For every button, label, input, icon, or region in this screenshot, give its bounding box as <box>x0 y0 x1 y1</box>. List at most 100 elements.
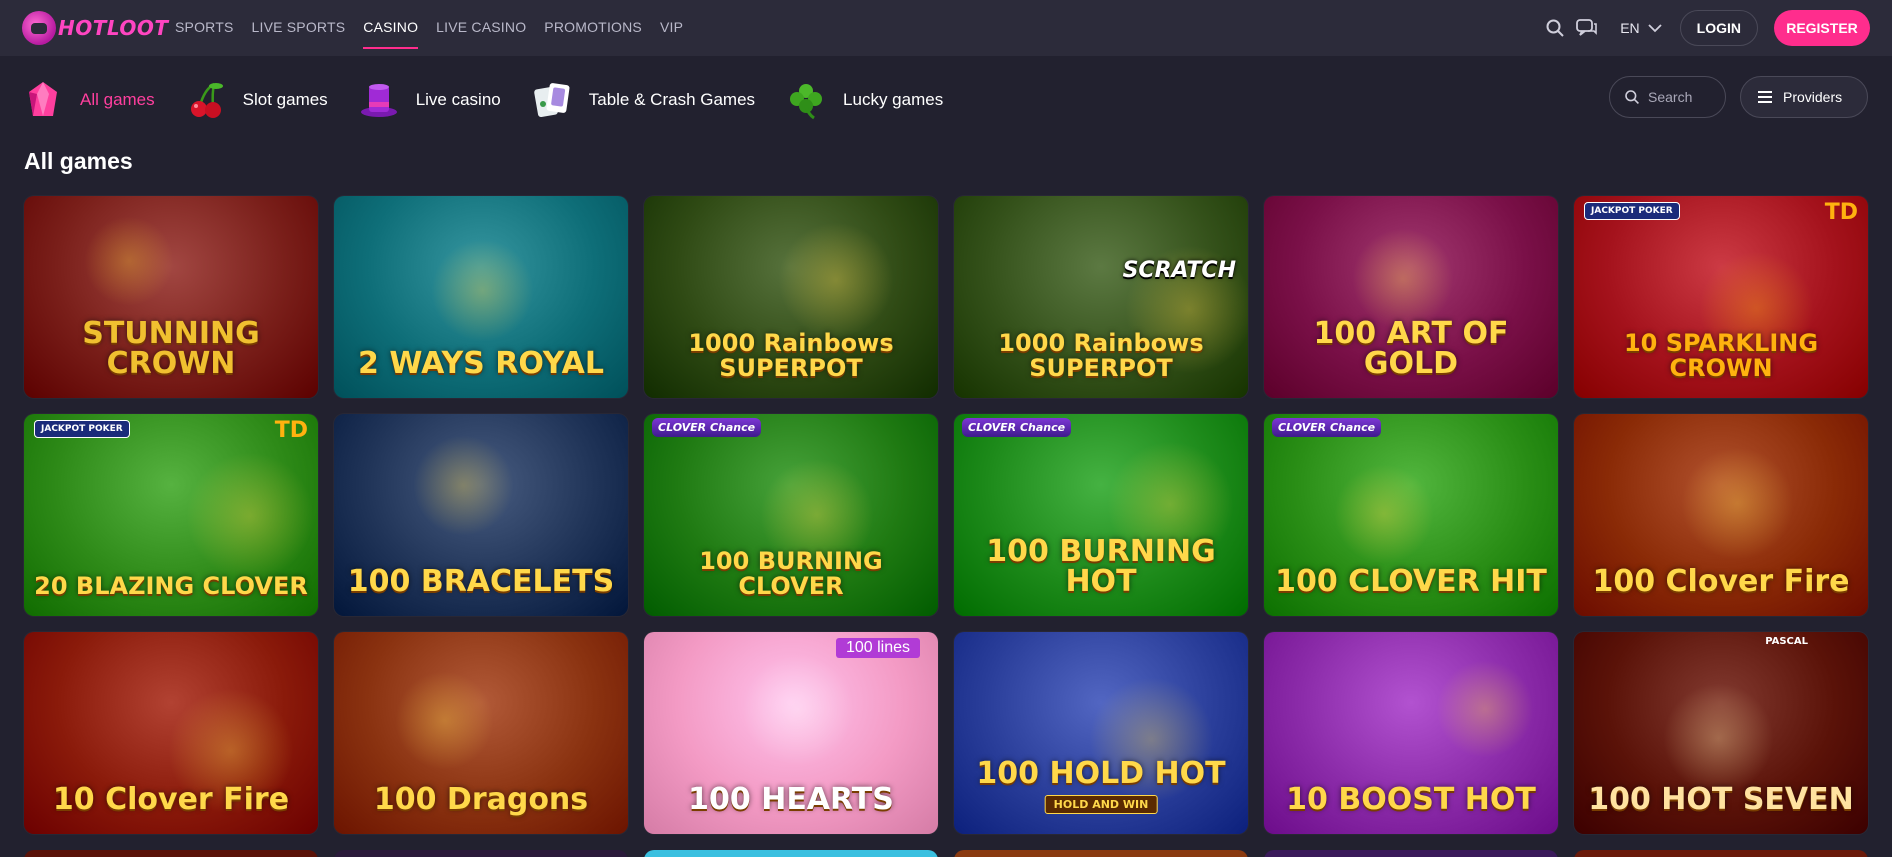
game-tile[interactable]: HOLD AND WIN 100 HOLD HOT <box>954 632 1248 834</box>
provider-badge: PASCAL <box>1765 636 1808 647</box>
top-navbar: HOTLOOT SPORTS LIVE SPORTS CASINO LIVE C… <box>0 0 1892 56</box>
game-title: 100 BURNING CLOVER <box>699 547 883 600</box>
language-label: EN <box>1620 20 1640 36</box>
category-label: Table & Crash Games <box>588 90 756 109</box>
category-bar: All games Slot games Live casino Table &… <box>22 78 973 122</box>
search-icon <box>1625 90 1639 104</box>
game-tile-peek[interactable] <box>334 850 628 857</box>
providers-button[interactable]: Providers <box>1740 76 1868 118</box>
login-button[interactable]: LOGIN <box>1679 10 1758 46</box>
game-tile-peek[interactable] <box>24 850 318 857</box>
main-nav: SPORTS LIVE SPORTS CASINO LIVE CASINO PR… <box>175 0 701 56</box>
clover-chance-badge: CLOVER Chance <box>962 418 1072 437</box>
td-badge: TD <box>274 418 308 443</box>
category-label: Live casino <box>415 90 501 109</box>
game-art <box>84 216 174 306</box>
chevron-down-icon <box>1648 24 1662 33</box>
game-title: 100 Dragons <box>373 782 589 818</box>
scratch-badge: SCRATCH <box>1122 258 1236 283</box>
category-label: All games <box>80 90 155 109</box>
category-table-crash-games[interactable]: Table & Crash Games <box>531 79 755 121</box>
search-icon[interactable] <box>1542 15 1568 41</box>
game-tile[interactable]: CLOVER Chance 100 CLOVER HIT <box>1264 414 1558 616</box>
game-title: 20 BLAZING CLOVER <box>34 571 308 600</box>
game-art <box>1681 447 1794 560</box>
nav-live-sports[interactable]: LIVE SPORTS <box>252 0 346 56</box>
game-tile[interactable]: 100 BRACELETS <box>334 414 628 616</box>
game-tile-peek[interactable] <box>954 850 1248 857</box>
game-tile[interactable]: CLOVER Chance 100 BURNING CLOVER <box>644 414 938 616</box>
game-title: 100 HOT SEVEN <box>1588 782 1854 818</box>
game-tile[interactable]: 100 lines 100 HEARTS <box>644 632 938 834</box>
chat-icon[interactable] <box>1574 15 1600 41</box>
game-tile[interactable]: TD JACKPOT POKER 10 SPARKLING CROWN <box>1574 196 1868 398</box>
jackpot-poker-badge: JACKPOT POKER <box>34 420 130 438</box>
game-tile-peek[interactable] <box>644 850 938 857</box>
game-title: 100 ART OF GOLD <box>1313 315 1509 382</box>
game-title: 1000 Rainbows SUPERPOT <box>688 329 894 382</box>
game-tile[interactable]: 100 Clover Fire <box>1574 414 1868 616</box>
logo-icon <box>22 11 56 45</box>
game-title: 10 BOOST HOT <box>1286 782 1536 818</box>
game-search[interactable] <box>1609 76 1726 118</box>
register-button[interactable]: REGISTER <box>1774 10 1870 46</box>
search-input[interactable] <box>1648 89 1718 105</box>
game-title: 1000 Rainbows SUPERPOT <box>998 329 1204 382</box>
game-art <box>186 452 314 580</box>
game-tile[interactable]: 10 Clover Fire <box>24 632 318 834</box>
nav-promotions[interactable]: PROMOTIONS <box>544 0 642 56</box>
nav-live-casino[interactable]: LIVE CASINO <box>436 0 526 56</box>
game-tile[interactable]: SCRATCH 1000 Rainbows SUPERPOT <box>954 196 1248 398</box>
game-title: 100 CLOVER HIT <box>1275 564 1547 600</box>
game-grid: STUNNING CROWN 2 WAYS ROYAL 1000 Rainbows … <box>24 196 1868 834</box>
game-tile[interactable]: 10 BOOST HOT <box>1264 632 1558 834</box>
game-title: 10 Clover Fire <box>52 782 290 818</box>
game-art <box>413 435 514 536</box>
menu-icon <box>1758 91 1772 103</box>
game-tile-peek[interactable] <box>1574 850 1868 857</box>
game-tile[interactable]: 100 Dragons <box>334 632 628 834</box>
game-tile[interactable]: PASCAL 100 HOT SEVEN <box>1574 632 1868 834</box>
clover-chance-badge: CLOVER Chance <box>652 418 762 437</box>
nav-vip[interactable]: VIP <box>660 0 683 56</box>
header-actions: EN LOGIN REGISTER <box>1536 10 1870 46</box>
next-row-peek <box>24 850 1868 857</box>
nav-casino[interactable]: CASINO <box>363 0 419 56</box>
td-badge: TD <box>1824 200 1858 225</box>
providers-label: Providers <box>1783 89 1843 105</box>
game-title: 100 HEARTS <box>688 782 894 818</box>
game-title: STUNNING CROWN <box>82 315 260 382</box>
category-label: Lucky games <box>843 90 944 109</box>
category-slot-games[interactable]: Slot games <box>185 79 328 121</box>
game-tile-peek[interactable] <box>1264 850 1558 857</box>
game-tile[interactable]: 1000 Rainbows SUPERPOT <box>644 196 938 398</box>
game-tile[interactable]: STUNNING CROWN <box>24 196 318 398</box>
category-live-casino[interactable]: Live casino <box>358 79 501 121</box>
game-title: 100 BURNING HOT <box>986 533 1216 600</box>
game-art <box>431 239 534 342</box>
top-hat-icon <box>358 79 400 121</box>
section-title: All games <box>24 148 133 174</box>
site-logo[interactable]: HOTLOOT <box>22 11 169 45</box>
game-tile[interactable]: 2 WAYS ROYAL <box>334 196 628 398</box>
game-title: 100 Clover Fire <box>1592 564 1850 600</box>
game-tile[interactable]: TD JACKPOT POKER 20 BLAZING CLOVER <box>24 414 318 616</box>
category-lucky-games[interactable]: Lucky games <box>785 79 943 121</box>
clover-chance-badge: CLOVER Chance <box>1272 418 1382 437</box>
game-art <box>1436 660 1534 758</box>
clover-icon <box>785 79 827 121</box>
game-tile[interactable]: CLOVER Chance 100 BURNING HOT <box>954 414 1248 616</box>
game-art <box>1663 683 1774 794</box>
hold-and-win-badge: HOLD AND WIN <box>1044 795 1158 814</box>
game-tile[interactable]: 100 ART OF GOLD <box>1264 196 1558 398</box>
lines-badge: 100 lines <box>835 638 920 658</box>
category-label: Slot games <box>242 90 328 109</box>
game-art <box>1352 228 1454 330</box>
category-all-games[interactable]: All games <box>22 79 155 121</box>
language-selector[interactable]: EN <box>1620 20 1662 36</box>
cherries-icon <box>185 79 227 121</box>
playing-cards-icon <box>531 79 573 121</box>
logo-text: HOTLOOT <box>58 16 169 40</box>
game-art <box>395 671 494 770</box>
nav-sports[interactable]: SPORTS <box>175 0 234 56</box>
